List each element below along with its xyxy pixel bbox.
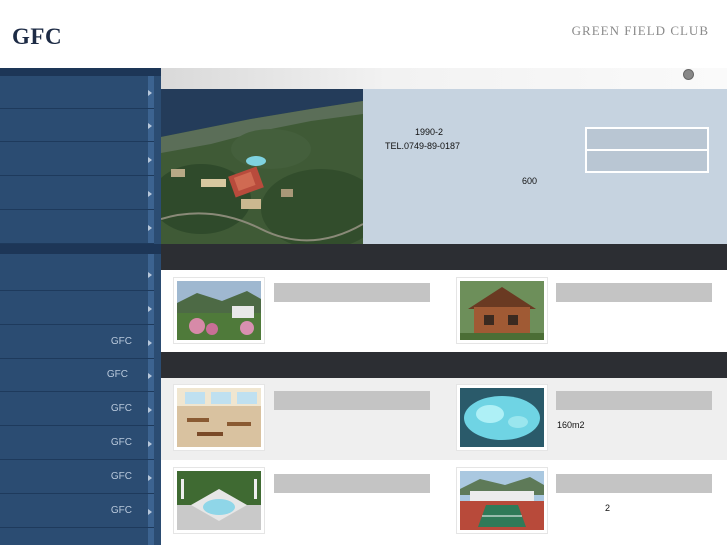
sidebar-item-6[interactable] bbox=[0, 258, 154, 291]
sidebar-item-label: GFC bbox=[110, 336, 132, 347]
arrow-right-icon bbox=[148, 306, 152, 312]
sidebar-item-label: GFC bbox=[110, 403, 132, 414]
pool-thumbnail[interactable] bbox=[456, 384, 548, 451]
arrow-right-icon bbox=[148, 340, 152, 346]
arrow-right-icon bbox=[148, 373, 152, 379]
sidebar-item-7[interactable] bbox=[0, 292, 154, 325]
arrow-right-icon bbox=[148, 272, 152, 278]
sidebar-item-label: GFC bbox=[110, 471, 132, 482]
info-number: 600 bbox=[522, 176, 538, 186]
arrow-right-icon bbox=[148, 123, 152, 129]
sidebar-item-3[interactable] bbox=[0, 143, 154, 176]
site-logo[interactable]: GFC bbox=[12, 24, 62, 50]
info-box-divider bbox=[587, 149, 707, 151]
info-year: 1990-2 bbox=[415, 127, 444, 137]
arrow-right-icon bbox=[148, 225, 152, 231]
caption-bar-tennis bbox=[556, 474, 712, 493]
info-button-box[interactable] bbox=[585, 127, 709, 173]
arrow-right-icon bbox=[148, 441, 152, 447]
pool-size: 160m2 bbox=[557, 420, 585, 430]
sidebar: GFC GFC GFC GFC GFC GFC bbox=[0, 68, 161, 545]
caption-bar-pool bbox=[556, 391, 712, 410]
info-panel: 1990-2 TEL.0749-89-0187 600 bbox=[363, 89, 727, 244]
hot-tub-thumbnail[interactable] bbox=[173, 467, 265, 534]
sidebar-item-gfc-4[interactable]: GFC bbox=[0, 427, 154, 460]
sidebar-item-1[interactable] bbox=[0, 76, 154, 109]
arrow-right-icon bbox=[148, 509, 152, 515]
section-band-1 bbox=[161, 244, 727, 270]
sidebar-item-gfc-2[interactable]: GFC bbox=[0, 359, 154, 392]
caption-bar-hot-tub bbox=[274, 474, 430, 493]
sidebar-item-5[interactable] bbox=[0, 211, 154, 244]
tennis-court-count: 2 bbox=[605, 503, 611, 513]
sidebar-item-label: GFC bbox=[110, 505, 132, 516]
header: GFC GREEN FIELD CLUB bbox=[0, 0, 727, 68]
arrow-right-icon bbox=[148, 475, 152, 481]
sidebar-item-gfc-5[interactable]: GFC bbox=[0, 461, 154, 494]
tennis-court-thumbnail[interactable] bbox=[456, 467, 548, 534]
arrow-right-icon bbox=[148, 407, 152, 413]
arrow-right-icon bbox=[148, 90, 152, 96]
arrow-right-icon bbox=[148, 191, 152, 197]
main-top-bar bbox=[161, 68, 727, 89]
section-band-2 bbox=[161, 352, 727, 378]
sidebar-item-4[interactable] bbox=[0, 177, 154, 210]
sidebar-item-gfc-3[interactable]: GFC bbox=[0, 393, 154, 426]
sidebar-top-bar bbox=[0, 68, 161, 76]
garden-thumbnail[interactable] bbox=[173, 277, 265, 344]
info-phone: TEL.0749-89-0187 bbox=[385, 141, 461, 151]
sidebar-item-gfc-6[interactable]: GFC bbox=[0, 495, 154, 528]
caption-bar-cabin bbox=[556, 283, 712, 302]
circle-button-icon[interactable] bbox=[683, 69, 694, 80]
sidebar-item-gfc-1[interactable]: GFC bbox=[0, 326, 154, 359]
sidebar-divider bbox=[0, 244, 161, 254]
cabin-thumbnail[interactable] bbox=[456, 277, 548, 344]
restaurant-thumbnail[interactable] bbox=[173, 384, 265, 451]
sidebar-item-2[interactable] bbox=[0, 109, 154, 142]
sidebar-item-label: GFC bbox=[110, 437, 132, 448]
aerial-photo bbox=[161, 89, 363, 244]
caption-bar-garden bbox=[274, 283, 430, 302]
brand-name: GREEN FIELD CLUB bbox=[571, 23, 709, 38]
caption-bar-restaurant bbox=[274, 391, 430, 410]
sidebar-item-label: GFC bbox=[106, 369, 128, 380]
arrow-right-icon bbox=[148, 157, 152, 163]
